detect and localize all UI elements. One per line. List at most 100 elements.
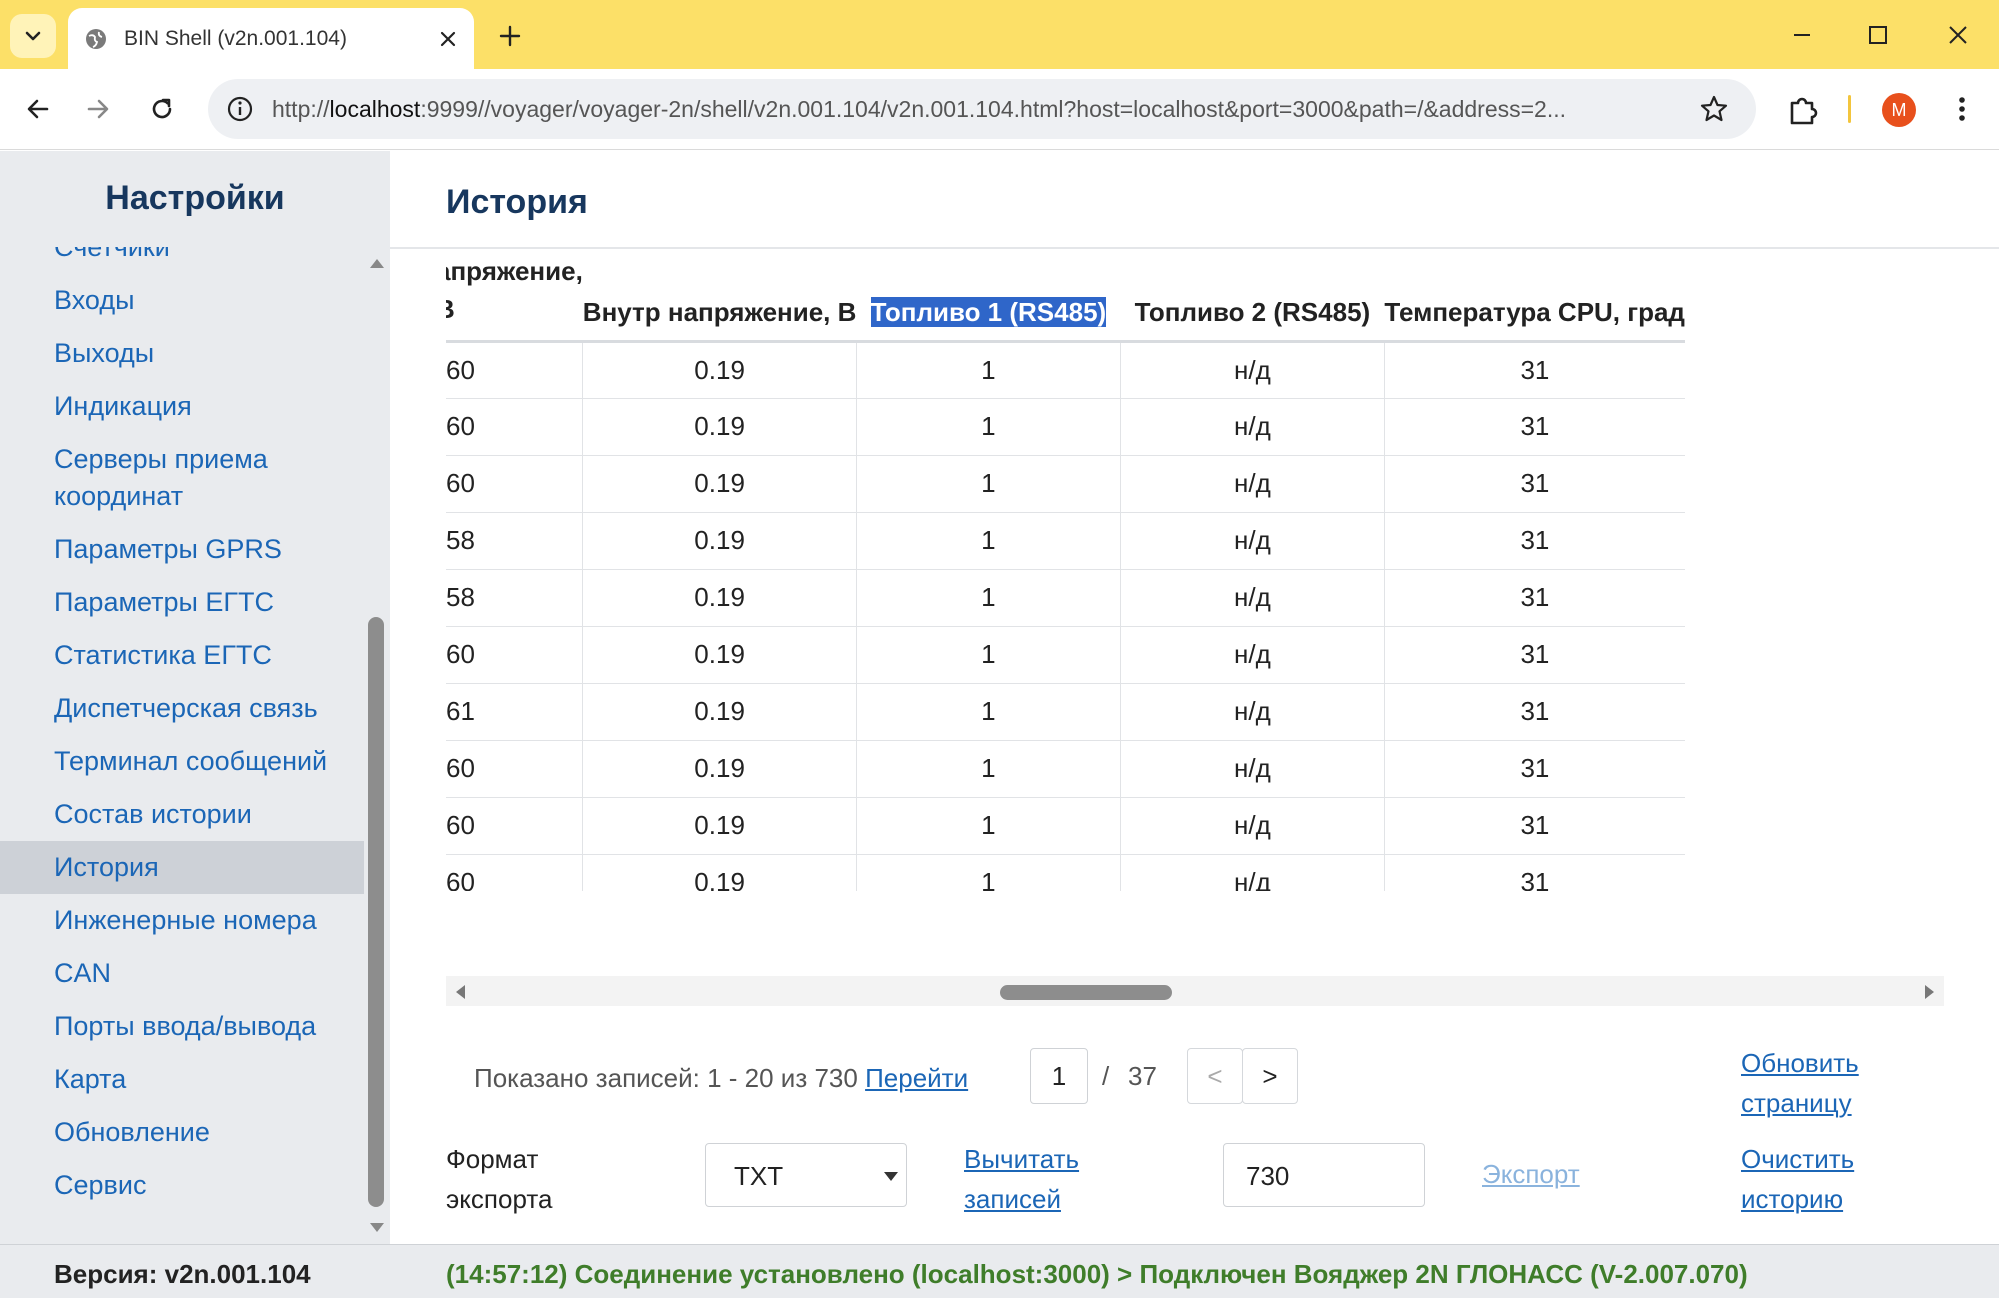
scroll-down-arrow-icon[interactable] — [370, 1223, 384, 1232]
sidebar-item[interactable]: Параметры ЕГТС — [0, 576, 364, 629]
table-cell: 0.19 — [582, 341, 857, 399]
close-window-button[interactable] — [1928, 14, 1988, 56]
minimize-icon — [1794, 34, 1810, 36]
table-horizontal-scrollbar[interactable] — [446, 976, 1944, 1006]
sidebar-item[interactable]: Терминал сообщений — [0, 735, 364, 788]
scrollbar-track[interactable] — [446, 976, 1944, 1006]
sidebar-item[interactable]: Входы — [0, 274, 364, 327]
page-number-input[interactable]: 1 — [1030, 1048, 1088, 1104]
sidebar-scroll-thumb[interactable] — [368, 617, 384, 1207]
minimize-button[interactable] — [1772, 14, 1832, 56]
title-divider — [390, 247, 1999, 249]
sidebar-item[interactable]: История — [0, 841, 364, 894]
table-row: 60 0.19 1 н/д 31 — [446, 626, 1685, 684]
info-icon[interactable] — [224, 93, 256, 125]
table-row: 60 0.19 1 н/д 31 — [446, 740, 1685, 798]
export-format-select[interactable]: TXT — [705, 1143, 907, 1207]
export-link[interactable]: Экспорт — [1482, 1159, 1580, 1190]
scroll-right-arrow-icon[interactable] — [1925, 985, 1934, 999]
prev-page-button[interactable]: < — [1187, 1048, 1243, 1104]
next-page-button[interactable]: > — [1242, 1048, 1298, 1104]
records-text: Показано записей: 1 - 20 из 730 — [474, 1063, 858, 1093]
goto-link[interactable]: Перейти — [865, 1063, 968, 1093]
table-cell: н/д — [1120, 512, 1385, 570]
table-cell: 1 — [856, 512, 1121, 570]
records-count-input[interactable]: 730 — [1223, 1143, 1425, 1207]
sidebar-item[interactable]: Серверы приема координат — [0, 433, 364, 523]
forward-button[interactable] — [76, 87, 120, 131]
table-cell: 0.19 — [582, 455, 857, 513]
refresh-link-line1[interactable]: Обновить — [1741, 1048, 1859, 1078]
table-cell: н/д — [1120, 569, 1385, 627]
table-cell: 31 — [1384, 740, 1685, 798]
table-cell: 60 — [446, 398, 584, 456]
table-cell: 0.19 — [582, 512, 857, 570]
address-bar[interactable]: http://localhost:9999//voyager/voyager-2… — [208, 79, 1756, 139]
sidebar-item[interactable]: Выходы — [0, 327, 364, 380]
table-cell: 1 — [856, 626, 1121, 684]
table-cell: 0.19 — [582, 398, 857, 456]
clear-history-link[interactable]: Очистить историю — [1741, 1139, 1854, 1219]
bookmark-star-icon[interactable] — [1698, 93, 1730, 125]
sidebar-item[interactable]: Счетчики — [0, 247, 364, 274]
column-header-selected[interactable]: Топливо 1 (RS485) — [856, 251, 1121, 343]
history-table-body: 60 0.19 1 н/д 31 60 0.19 1 н/д 31 60 0.19 1 н/д 31 58 0.… — [446, 341, 1685, 891]
scroll-up-arrow-icon[interactable] — [370, 259, 384, 268]
profile-avatar[interactable]: M — [1882, 93, 1916, 127]
sidebar-item[interactable]: Обновление — [0, 1106, 364, 1159]
sidebar-item[interactable]: Сервис — [0, 1159, 364, 1212]
main-content: История апряжение, В Внутр напряжение, В… — [390, 151, 1999, 1244]
table-cell: н/д — [1120, 455, 1385, 513]
table-cell: 0.19 — [582, 569, 857, 627]
sidebar-item[interactable]: Карта — [0, 1053, 364, 1106]
table-cell: 58 — [446, 569, 584, 627]
sidebar-item[interactable]: Параметры GPRS — [0, 523, 364, 576]
table-cell: 31 — [1384, 683, 1685, 741]
browser-tab[interactable]: BIN Shell (v2n.001.104) — [68, 8, 474, 69]
browser-menu-button[interactable] — [1944, 91, 1980, 127]
close-tab-button[interactable] — [434, 25, 462, 53]
sidebar-item[interactable]: Индикация — [0, 380, 364, 433]
table-cell: 31 — [1384, 854, 1685, 891]
table-cell: н/д — [1120, 740, 1385, 798]
column-header[interactable]: Внутр напряжение, В — [582, 251, 857, 343]
scroll-left-arrow-icon[interactable] — [456, 985, 465, 999]
version-label: Версия: v2n.001.104 — [0, 1244, 390, 1298]
table-cell: 31 — [1384, 455, 1685, 513]
column-header[interactable]: Топливо 2 (RS485) — [1120, 251, 1385, 343]
sidebar-item[interactable]: Состав истории — [0, 788, 364, 841]
horizontal-scroll-thumb[interactable] — [1000, 985, 1172, 1000]
refresh-link-line2[interactable]: страницу — [1741, 1088, 1852, 1118]
table-cell: 1 — [856, 854, 1121, 891]
table-cell: н/д — [1120, 854, 1385, 891]
selected-text: Топливо 1 (RS485) — [870, 296, 1107, 327]
tab-search-button[interactable] — [10, 14, 56, 58]
read-link-line1[interactable]: Вычитать — [964, 1144, 1079, 1174]
new-tab-button[interactable] — [490, 16, 530, 56]
back-button[interactable] — [16, 87, 60, 131]
table-cell: 1 — [856, 398, 1121, 456]
clear-link-line2[interactable]: историю — [1741, 1184, 1843, 1214]
column-header[interactable]: Температура CPU, град — [1384, 251, 1685, 343]
read-link-line2[interactable]: записей — [964, 1184, 1061, 1214]
sidebar-item[interactable]: Порты ввода/вывода — [0, 1000, 364, 1053]
read-records-link[interactable]: Вычитать записей — [964, 1139, 1079, 1219]
sidebar-item[interactable]: Статистика ЕГТС — [0, 629, 364, 682]
clear-link-line1[interactable]: Очистить — [1741, 1144, 1854, 1174]
sidebar-item[interactable]: CAN — [0, 947, 364, 1000]
maximize-button[interactable] — [1848, 14, 1908, 56]
table-cell: 58 — [446, 512, 584, 570]
sidebar-scrollbar[interactable] — [364, 247, 390, 1244]
sidebar-item[interactable]: Инженерные номера — [0, 894, 364, 947]
history-table-viewport[interactable]: апряжение, В Внутр напряжение, В Топливо… — [446, 251, 1944, 891]
column-header[interactable]: апряжение, В — [446, 251, 583, 343]
close-icon — [1949, 26, 1967, 44]
table-cell: н/д — [1120, 398, 1385, 456]
total-pages: 37 — [1128, 1061, 1157, 1091]
table-cell: н/д — [1120, 683, 1385, 741]
extensions-puzzle-icon[interactable] — [1784, 89, 1824, 129]
reload-button[interactable] — [140, 87, 184, 131]
table-cell: н/д — [1120, 797, 1385, 855]
refresh-page-link[interactable]: Обновить страницу — [1741, 1043, 1859, 1123]
sidebar-item[interactable]: Диспетчерская связь — [0, 682, 364, 735]
